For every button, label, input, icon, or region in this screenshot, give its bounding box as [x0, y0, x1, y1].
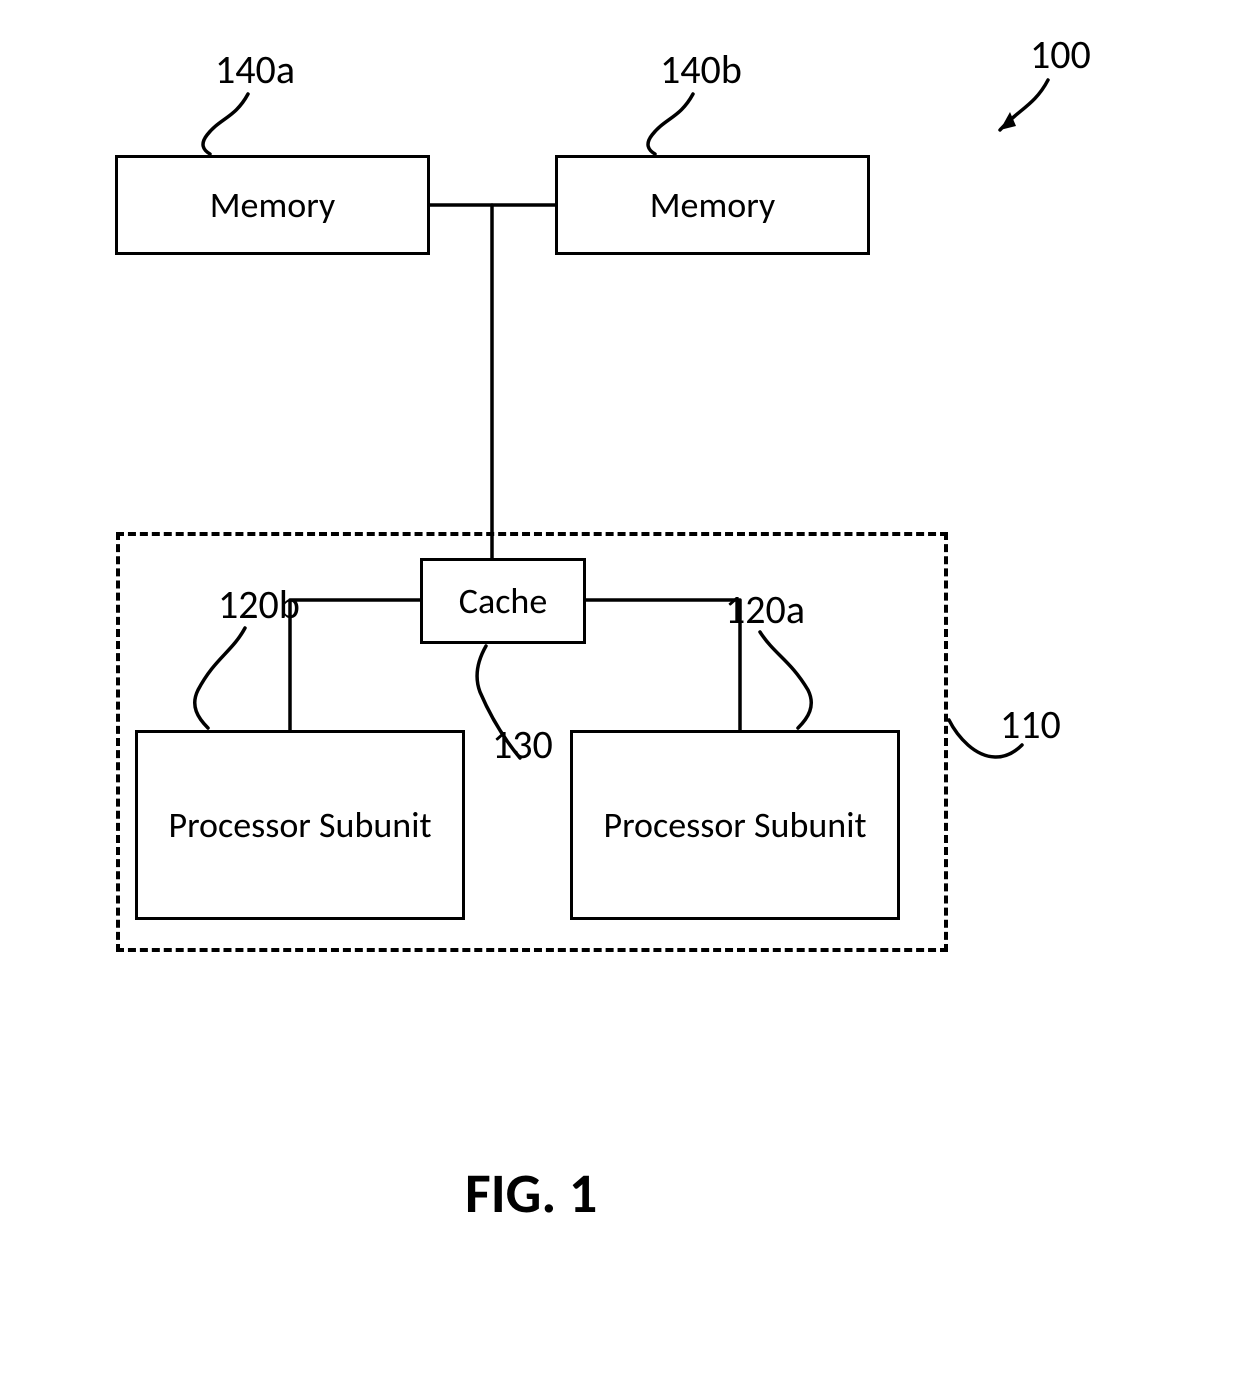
ref-130: 130 [492, 720, 553, 769]
leader-140a [203, 94, 248, 154]
processor-subunit-b-box: Processor Subunit [135, 730, 465, 920]
ref-140a: 140a [215, 45, 295, 94]
processor-subunit-a-box: Processor Subunit [570, 730, 900, 920]
ref-100: 100 [1030, 30, 1091, 79]
processor-subunit-a-label: Processor Subunit [603, 803, 866, 847]
processor-subunit-b-label: Processor Subunit [168, 803, 431, 847]
leader-140b [648, 94, 693, 154]
ref-140b: 140b [660, 45, 742, 94]
ref-120b: 120b [218, 580, 300, 629]
memory-a-label: Memory [210, 183, 335, 227]
ref-110: 110 [1000, 700, 1061, 749]
figure-caption: FIG. 1 [465, 1160, 597, 1228]
cache-label: Cache [459, 579, 548, 623]
leader-100-arrowhead [1000, 112, 1016, 130]
ref-120a: 120a [725, 585, 805, 634]
memory-b-label: Memory [650, 183, 775, 227]
cache-box: Cache [420, 558, 586, 644]
figure-canvas: Memory Memory Cache Processor Subunit Pr… [0, 0, 1240, 1380]
leader-100-shaft [1000, 80, 1048, 130]
memory-b-box: Memory [555, 155, 870, 255]
memory-a-box: Memory [115, 155, 430, 255]
